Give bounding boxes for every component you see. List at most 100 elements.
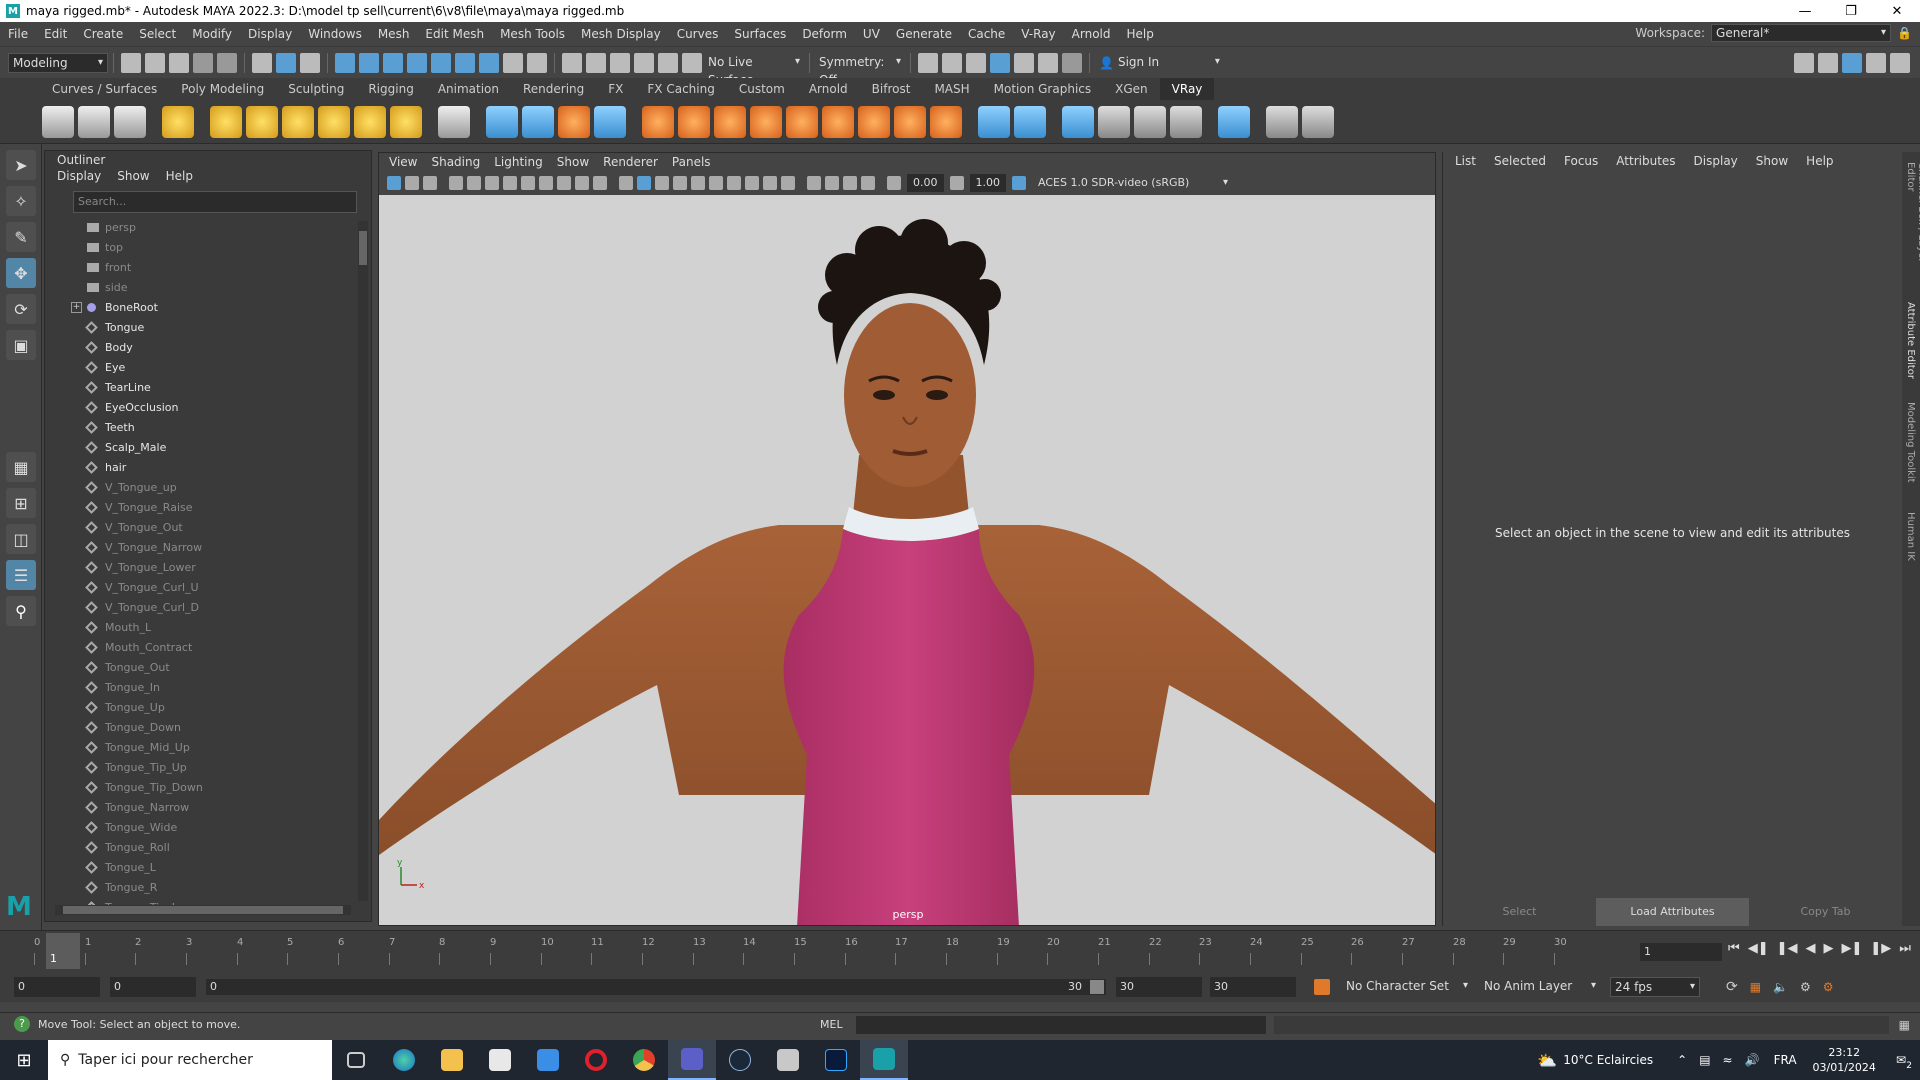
vray-render-icon[interactable] bbox=[1038, 52, 1058, 73]
four-view-icon[interactable]: ⊞ bbox=[6, 488, 36, 518]
shelf-rock-icon[interactable] bbox=[750, 105, 782, 138]
outliner-item[interactable]: Body bbox=[45, 337, 357, 357]
opera-icon[interactable] bbox=[572, 1040, 620, 1080]
menu-arnold[interactable]: Arnold bbox=[1064, 27, 1119, 41]
shelf-color-icon[interactable] bbox=[1098, 105, 1130, 138]
select-object-icon[interactable] bbox=[276, 52, 296, 73]
loop-icon[interactable]: ⟳ bbox=[1726, 979, 1738, 995]
outliner-item[interactable]: Tongue_In bbox=[45, 677, 357, 697]
play-back-icon[interactable]: ◀ bbox=[1805, 941, 1815, 956]
search-icon[interactable]: ⚲ bbox=[6, 596, 36, 626]
layout-outliner-icon[interactable] bbox=[1818, 52, 1838, 73]
outliner-item[interactable]: Tongue bbox=[45, 317, 357, 337]
select-curve-icon[interactable] bbox=[383, 52, 403, 73]
outliner-item[interactable]: Tongue_Down bbox=[45, 717, 357, 737]
lock-selection-icon[interactable] bbox=[503, 52, 523, 73]
menu-mesh[interactable]: Mesh bbox=[370, 27, 418, 41]
weather-text[interactable]: 10°C Eclaircies bbox=[1563, 1053, 1653, 1067]
outliner-item[interactable]: hair bbox=[45, 457, 357, 477]
outliner-item[interactable]: Tongue_L bbox=[45, 857, 357, 877]
select-joint-icon[interactable] bbox=[359, 52, 379, 73]
range-slider-bar[interactable]: 0 30 bbox=[206, 979, 1106, 995]
windows-start-icon[interactable]: ⊞ bbox=[0, 1040, 48, 1080]
go-to-end-icon[interactable]: ⏭ bbox=[1899, 941, 1911, 956]
workspace-dropdown[interactable]: General* bbox=[1711, 24, 1892, 42]
language-indicator[interactable]: FRA bbox=[1774, 1053, 1797, 1067]
ae-menu-attributes[interactable]: Attributes bbox=[1616, 152, 1675, 170]
step-forward-icon[interactable]: ❚▶ bbox=[1870, 941, 1891, 956]
vp-gamma-icon[interactable] bbox=[949, 176, 964, 190]
shelf-sphere-icon[interactable] bbox=[78, 105, 110, 138]
menu-generate[interactable]: Generate bbox=[888, 27, 960, 41]
vp-field-chart-icon[interactable] bbox=[575, 176, 589, 190]
lock-icon[interactable]: 🔒 bbox=[1897, 26, 1912, 40]
ae-menu-selected[interactable]: Selected bbox=[1494, 152, 1546, 170]
outliner-item[interactable]: EyeOcclusion bbox=[45, 397, 357, 417]
anim-layer-dropdown[interactable]: No Anim Layer bbox=[1480, 977, 1600, 997]
shelf-dome-light-icon[interactable] bbox=[210, 105, 242, 138]
menu-set-dropdown[interactable]: Modeling bbox=[8, 52, 108, 73]
vp-bookmark-icon[interactable] bbox=[423, 176, 437, 190]
anim-prefs-icon[interactable]: ⚙ bbox=[1800, 980, 1811, 994]
color-space-dropdown[interactable]: ACES 1.0 SDR-video (sRGB) bbox=[1032, 174, 1232, 192]
start-time-field[interactable]: 0 bbox=[14, 977, 100, 997]
hypershade-icon[interactable] bbox=[1014, 52, 1034, 73]
select-handle-icon[interactable] bbox=[335, 52, 355, 73]
task-view-icon[interactable] bbox=[332, 1040, 380, 1080]
wifi-icon[interactable]: ≈ bbox=[1723, 1053, 1733, 1067]
auto-key-icon[interactable] bbox=[1314, 979, 1330, 995]
outliner-item[interactable]: V_Tongue_Narrow bbox=[45, 537, 357, 557]
gamma-field[interactable]: 1.00 bbox=[969, 174, 1006, 192]
shelf-shade-icon[interactable] bbox=[858, 105, 890, 138]
user-icon[interactable]: 👤 bbox=[1099, 56, 1114, 70]
menu-display[interactable]: Display bbox=[240, 27, 300, 41]
channel-box-tab[interactable]: Channel Box / Layer Editor bbox=[1905, 162, 1920, 292]
next-key-icon[interactable]: ▶❚ bbox=[1841, 941, 1862, 956]
outliner-item[interactable]: V_Tongue_Out bbox=[45, 517, 357, 537]
shelf-box-icon[interactable] bbox=[558, 105, 590, 138]
scale-tool-icon[interactable]: ▣ bbox=[6, 330, 36, 360]
vp-ambient-occlusion-icon[interactable] bbox=[745, 176, 759, 190]
close-icon[interactable]: ✕ bbox=[1874, 0, 1920, 22]
vp-shadows-icon[interactable] bbox=[727, 176, 741, 190]
viewport-menu-renderer[interactable]: Renderer bbox=[603, 153, 658, 171]
paint-select-icon[interactable]: ✎ bbox=[6, 222, 36, 252]
menu-windows[interactable]: Windows bbox=[300, 27, 370, 41]
ipr-render-icon[interactable] bbox=[966, 52, 986, 73]
menu-create[interactable]: Create bbox=[75, 27, 131, 41]
render-history-icon[interactable] bbox=[918, 52, 938, 73]
outliner-item[interactable]: front bbox=[45, 257, 357, 277]
shelf-tab-arnold[interactable]: Arnold bbox=[797, 78, 860, 100]
outliner-item[interactable]: Tongue_Tip_Down bbox=[45, 777, 357, 797]
shelf-light-icon[interactable] bbox=[162, 105, 194, 138]
outliner-item[interactable]: persp bbox=[45, 217, 357, 237]
notifications-icon[interactable]: ✉ 2 bbox=[1896, 1053, 1912, 1071]
ae-menu-focus[interactable]: Focus bbox=[1564, 152, 1598, 170]
vp-backface-icon[interactable] bbox=[861, 176, 875, 190]
ae-menu-display[interactable]: Display bbox=[1694, 152, 1738, 170]
viewport-menu-view[interactable]: View bbox=[389, 153, 417, 171]
shelf-sphere-light-icon[interactable] bbox=[282, 105, 314, 138]
outliner-item[interactable]: V_Tongue_up bbox=[45, 477, 357, 497]
outliner-item[interactable]: TearLine bbox=[45, 377, 357, 397]
exposure-field[interactable]: 0.00 bbox=[907, 174, 944, 192]
file-explorer-icon[interactable] bbox=[428, 1040, 476, 1080]
snap-grid-icon[interactable] bbox=[562, 52, 582, 73]
menu-uv[interactable]: UV bbox=[855, 27, 888, 41]
restore-icon[interactable]: ❐ bbox=[1828, 0, 1874, 22]
viewport-menu-show[interactable]: Show bbox=[557, 153, 589, 171]
shelf-tab-custom[interactable]: Custom bbox=[727, 78, 797, 100]
sign-in-dropdown[interactable]: Sign In bbox=[1113, 52, 1224, 73]
anim-start-field[interactable]: 0 bbox=[110, 977, 196, 997]
outliner-item[interactable]: + BoneRoot bbox=[45, 297, 357, 317]
network-icon[interactable]: ▤ bbox=[1699, 1053, 1710, 1067]
viewport-canvas[interactable]: y x persp bbox=[379, 195, 1435, 925]
ae-menu-list[interactable]: List bbox=[1455, 152, 1476, 170]
outliner-vscroll[interactable] bbox=[358, 221, 368, 901]
shelf-tab-rigging[interactable]: Rigging bbox=[356, 78, 425, 100]
volume-icon[interactable]: 🔊 bbox=[1745, 1053, 1760, 1067]
anim-end-field[interactable]: 30 bbox=[1116, 977, 1202, 997]
menu-edit[interactable]: Edit bbox=[36, 27, 75, 41]
outliner-item[interactable]: Mouth_Contract bbox=[45, 637, 357, 657]
shelf-tab-fx-caching[interactable]: FX Caching bbox=[635, 78, 726, 100]
